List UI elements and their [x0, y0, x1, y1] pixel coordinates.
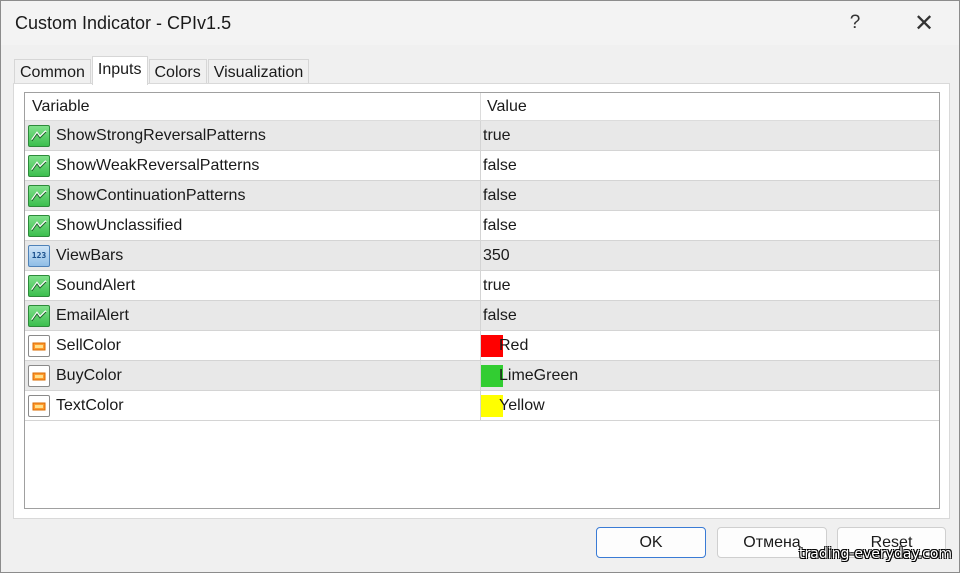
variable-cell: TextColor — [25, 391, 481, 420]
value-text: false — [483, 186, 517, 204]
value-text: false — [483, 156, 517, 174]
grid-row[interactable]: BuyColor LimeGreen — [25, 361, 939, 391]
value-text: true — [483, 126, 511, 144]
tab-visualization[interactable]: Visualization — [207, 59, 310, 85]
variable-cell: ShowStrongReversalPatterns — [25, 121, 481, 150]
variable-cell: 123 ViewBars — [25, 241, 481, 270]
value-cell[interactable]: Red — [481, 331, 528, 360]
variable-name: ShowUnclassified — [56, 216, 183, 234]
tab-colors[interactable]: Colors — [148, 59, 207, 85]
title-bar: Custom Indicator - CPIv1.5 ? ✕ — [1, 1, 959, 45]
bool-icon — [28, 274, 50, 297]
variable-name: ShowWeakReversalPatterns — [56, 156, 260, 174]
variable-cell: EmailAlert — [25, 301, 481, 330]
value-cell[interactable]: false — [481, 301, 517, 330]
bool-icon — [28, 214, 50, 237]
variable-name: SellColor — [56, 336, 121, 354]
grid-row[interactable]: 123 ViewBars 350 — [25, 241, 939, 271]
value-cell[interactable]: true — [481, 121, 511, 150]
close-button[interactable]: ✕ — [901, 7, 947, 39]
column-header-variable[interactable]: Variable — [25, 93, 481, 120]
value-text: true — [483, 276, 511, 294]
color-icon — [28, 334, 50, 357]
variable-name: EmailAlert — [56, 306, 129, 324]
column-header-value[interactable]: Value — [481, 93, 527, 120]
variable-name: ShowStrongReversalPatterns — [56, 126, 266, 144]
inputs-panel: Variable Value ShowStrongReversalPattern… — [13, 83, 950, 519]
value-cell[interactable]: 350 — [481, 241, 510, 270]
grid-row[interactable]: SellColor Red — [25, 331, 939, 361]
variable-cell: ShowUnclassified — [25, 211, 481, 240]
window-title: Custom Indicator - CPIv1.5 — [15, 13, 232, 33]
grid-row[interactable]: ShowWeakReversalPatterns false — [25, 151, 939, 181]
bool-icon — [28, 304, 50, 327]
value-cell[interactable]: LimeGreen — [481, 361, 578, 390]
value-text: LimeGreen — [499, 366, 579, 384]
tab-bar: Common Inputs Colors Visualization — [14, 56, 310, 85]
variable-cell: BuyColor — [25, 361, 481, 390]
grid-row[interactable]: SoundAlert true — [25, 271, 939, 301]
grid-row[interactable]: ShowUnclassified false — [25, 211, 939, 241]
inputs-grid: Variable Value ShowStrongReversalPattern… — [24, 92, 940, 509]
value-text: Yellow — [499, 396, 545, 414]
grid-row[interactable]: TextColor Yellow — [25, 391, 939, 421]
grid-row[interactable]: ShowStrongReversalPatterns true — [25, 121, 939, 151]
variable-name: ViewBars — [56, 246, 124, 264]
dialog-window: Custom Indicator - CPIv1.5 ? ✕ Common In… — [0, 0, 960, 573]
tab-common[interactable]: Common — [14, 59, 91, 85]
variable-name: SoundAlert — [56, 276, 136, 294]
color-icon — [28, 394, 50, 417]
grid-row[interactable]: EmailAlert false — [25, 301, 939, 331]
tab-inputs[interactable]: Inputs — [91, 56, 148, 85]
number-icon-text: 123 — [31, 251, 47, 260]
number-icon: 123 — [28, 244, 50, 267]
ok-button[interactable]: OK — [596, 527, 706, 558]
help-button[interactable]: ? — [832, 7, 878, 39]
variable-cell: SellColor — [25, 331, 481, 360]
color-icon — [28, 364, 50, 387]
variable-cell: ShowWeakReversalPatterns — [25, 151, 481, 180]
value-cell[interactable]: false — [481, 211, 517, 240]
variable-cell: ShowContinuationPatterns — [25, 181, 481, 210]
value-cell[interactable]: false — [481, 181, 517, 210]
value-text: Red — [499, 336, 529, 354]
variable-name: TextColor — [56, 396, 124, 414]
bool-icon — [28, 184, 50, 207]
value-cell[interactable]: Yellow — [481, 391, 545, 420]
watermark-text: trading-everyday.com — [799, 546, 953, 562]
variable-name: BuyColor — [56, 366, 122, 384]
variable-cell: SoundAlert — [25, 271, 481, 300]
bool-icon — [28, 154, 50, 177]
grid-header: Variable Value — [25, 93, 939, 121]
bool-icon — [28, 124, 50, 147]
variable-name: ShowContinuationPatterns — [56, 186, 246, 204]
value-text: false — [483, 216, 517, 234]
value-text: 350 — [483, 246, 510, 264]
grid-row[interactable]: ShowContinuationPatterns false — [25, 181, 939, 211]
grid-body: ShowStrongReversalPatterns true ShowWeakRe… — [25, 121, 939, 421]
value-cell[interactable]: false — [481, 151, 517, 180]
value-cell[interactable]: true — [481, 271, 511, 300]
value-text: false — [483, 306, 517, 324]
